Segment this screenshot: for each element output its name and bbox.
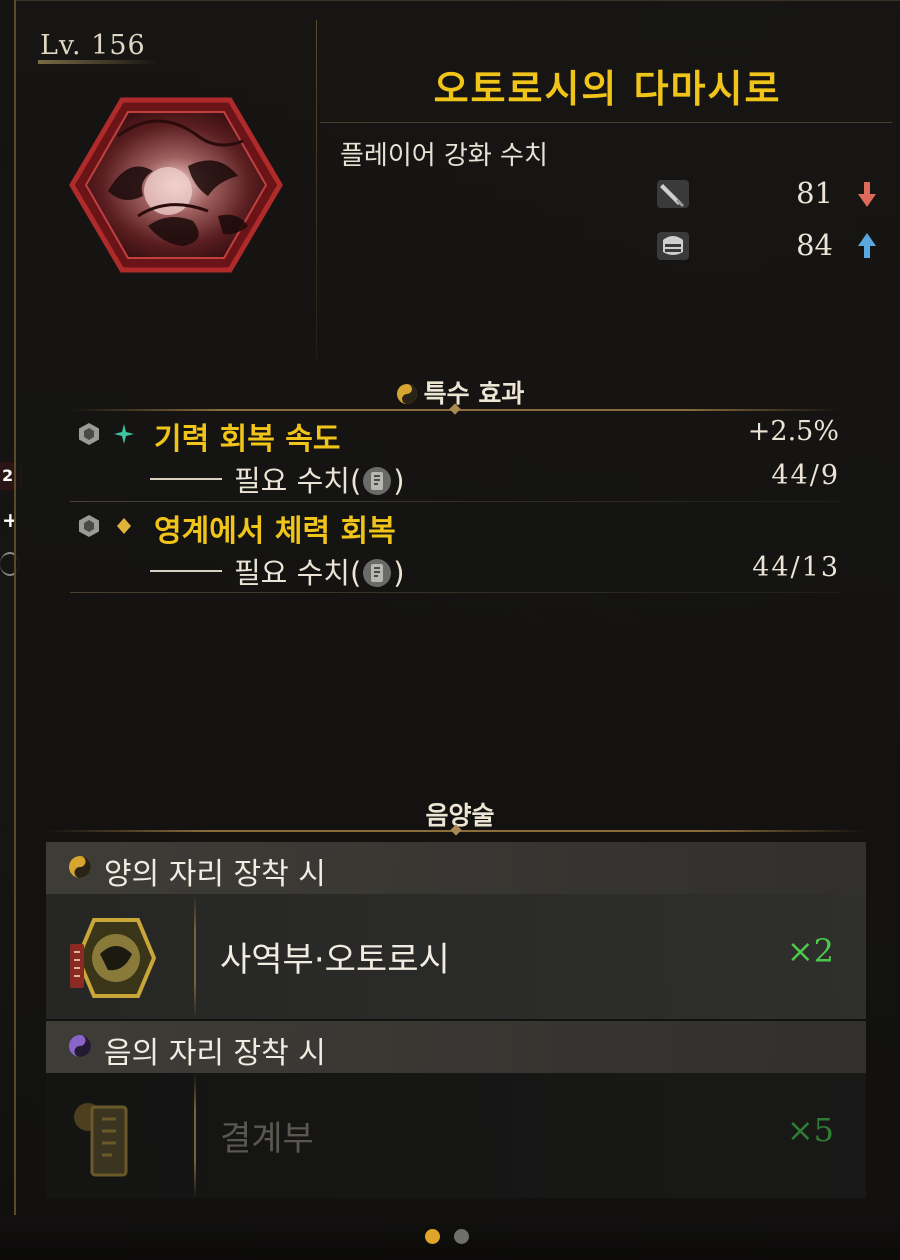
requirement-text: 필요 수치() bbox=[234, 556, 405, 590]
effect-name: 영계에서 체력 회복 bbox=[154, 514, 396, 549]
special-effects-rule bbox=[70, 403, 840, 415]
armor-icon bbox=[657, 232, 689, 260]
yin-skill-name: 결계부 bbox=[220, 1119, 314, 1159]
diamond-icon bbox=[117, 518, 131, 534]
effect-row-spirit-heal[interactable]: 영계에서 체력 회복 bbox=[74, 504, 839, 550]
servant-talisman-icon bbox=[70, 918, 156, 998]
hex-slot-icon bbox=[79, 515, 99, 537]
yang-slot-label: 양의 자리 장착 시 bbox=[104, 857, 326, 892]
row-divider bbox=[70, 592, 840, 593]
effect-name: 기력 회복 속도 bbox=[154, 422, 341, 457]
hex-slot-icon bbox=[79, 423, 99, 445]
yang-skill-card[interactable]: 사역부·오토로시 ×2 bbox=[46, 894, 866, 1019]
sparkle-icon bbox=[114, 424, 134, 444]
yang-slot-header: 양의 자리 장착 시 bbox=[46, 842, 866, 894]
yin-skill-count: ×5 bbox=[786, 1111, 834, 1149]
stat-value-defense: 84 bbox=[796, 228, 833, 262]
requirement-value: 44/9 bbox=[771, 460, 840, 491]
yin-yang-gold-icon bbox=[69, 856, 91, 878]
requirement-value: 44/13 bbox=[752, 552, 840, 583]
item-level: Lv. 156 bbox=[40, 30, 146, 61]
effect-row-stamina[interactable]: 기력 회복 속도 +2.5% bbox=[74, 412, 839, 458]
dash-line bbox=[150, 478, 222, 480]
effect-value: +2.5% bbox=[747, 416, 839, 447]
onmyo-heading: 음양술 bbox=[60, 796, 860, 832]
yin-skill-card[interactable]: 결계부 ×5 bbox=[46, 1073, 866, 1198]
card-separator bbox=[194, 894, 196, 1019]
row-divider bbox=[70, 501, 840, 502]
stat-row-defense: 84 bbox=[655, 226, 885, 266]
special-effects-heading: 특수 효과 bbox=[60, 374, 860, 410]
soul-core-emblem-icon bbox=[69, 97, 283, 273]
onmyo-rule bbox=[46, 824, 866, 836]
card-separator bbox=[194, 1073, 196, 1198]
barrier-talisman-icon bbox=[74, 1103, 128, 1177]
page-dot-inactive[interactable] bbox=[454, 1229, 469, 1244]
item-title: 오토로시의 다마시로 bbox=[433, 67, 782, 111]
level-underline bbox=[38, 60, 158, 64]
requirement-text: 필요 수치() bbox=[234, 464, 405, 498]
talisman-icon bbox=[363, 467, 392, 495]
stat-caption: 플레이어 강화 수치 bbox=[340, 141, 548, 171]
bottom-bar bbox=[0, 1215, 900, 1260]
sword-icon bbox=[657, 180, 689, 208]
special-effects-label: 특수 효과 bbox=[423, 379, 525, 408]
requirement-row-spirit-heal: 필요 수치() 44/13 bbox=[150, 548, 840, 594]
stat-value-attack: 81 bbox=[796, 176, 833, 210]
requirement-row-stamina: 필요 수치() 44/9 bbox=[150, 456, 840, 502]
page-dot-active[interactable] bbox=[425, 1229, 440, 1244]
yin-slot-label: 음의 자리 장착 시 bbox=[104, 1036, 326, 1071]
talisman-icon bbox=[363, 559, 392, 587]
stat-row-attack: 81 bbox=[655, 174, 885, 214]
yin-yang-purple-icon bbox=[69, 1035, 91, 1057]
yin-yang-gold-icon bbox=[396, 384, 417, 404]
yang-skill-name: 사역부·오토로시 bbox=[220, 940, 450, 980]
yin-slot-header: 음의 자리 장착 시 bbox=[46, 1021, 866, 1073]
onmyo-label: 음양술 bbox=[425, 801, 495, 830]
dash-line bbox=[150, 570, 222, 572]
arrow-down-icon bbox=[858, 182, 876, 207]
header-divider bbox=[316, 20, 317, 358]
yang-skill-count: ×2 bbox=[786, 932, 834, 970]
arrow-up-icon bbox=[858, 233, 876, 258]
title-divider bbox=[320, 122, 892, 123]
